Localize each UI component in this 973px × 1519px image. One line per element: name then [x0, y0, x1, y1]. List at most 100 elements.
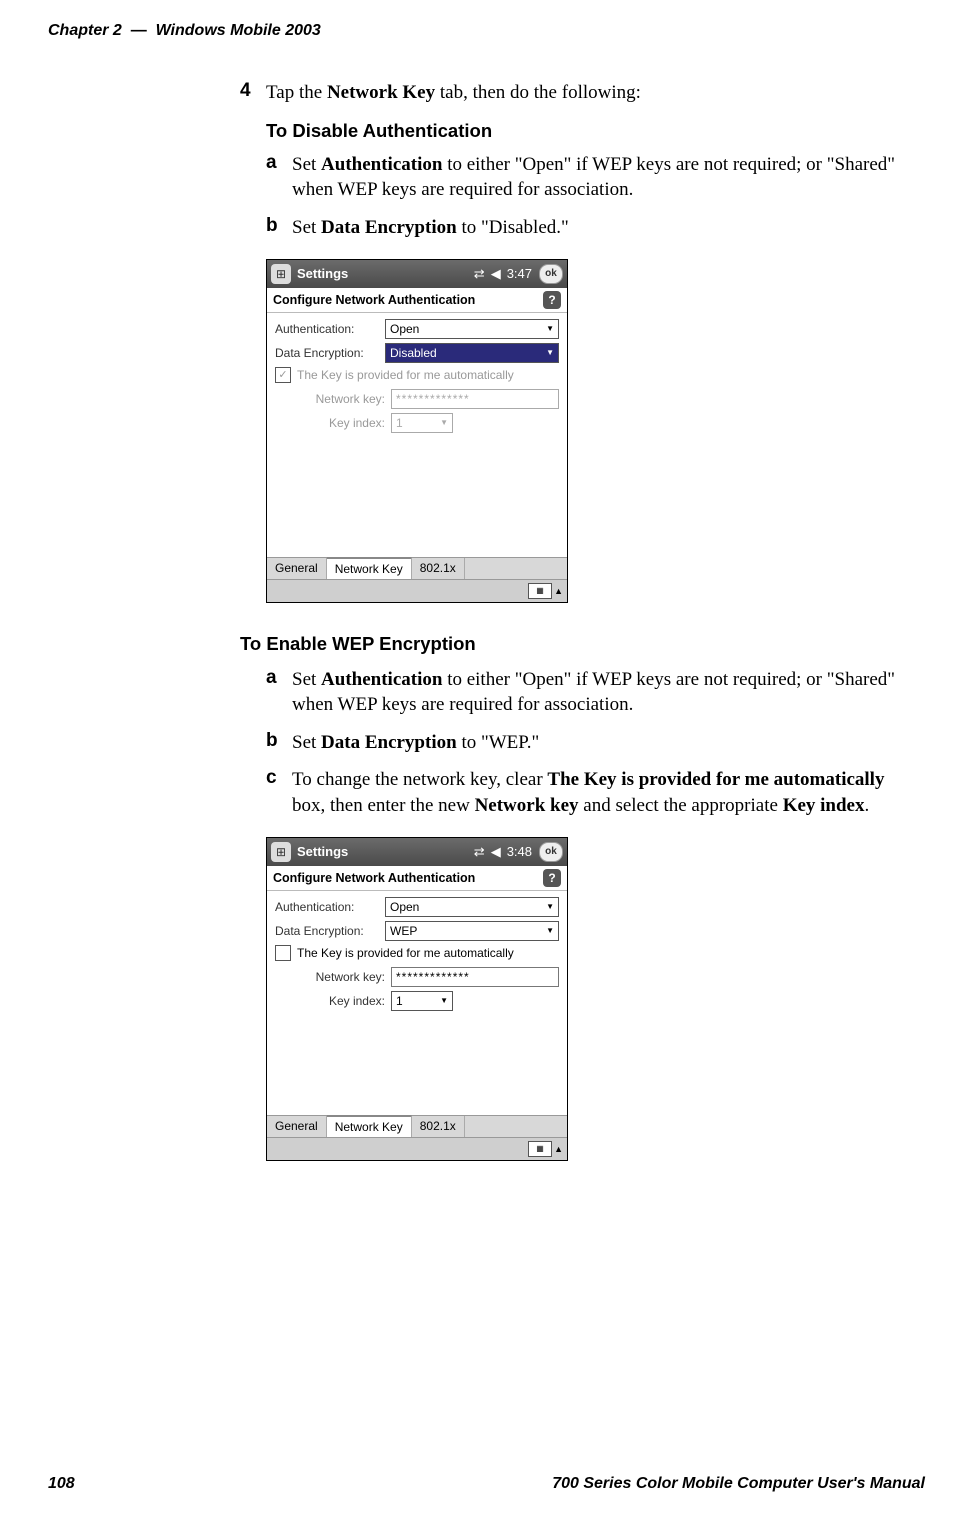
key-index-value: 1 — [396, 416, 403, 430]
up-arrow-icon[interactable]: ▲ — [554, 586, 563, 596]
encryption-value: WEP — [390, 924, 417, 938]
tab-8021x[interactable]: 802.1x — [412, 1116, 465, 1137]
ok-button[interactable]: ok — [539, 842, 563, 862]
keyboard-icon[interactable]: ▦ — [528, 583, 552, 599]
section-header: Configure Network Authentication ? — [267, 288, 567, 313]
up-arrow-icon[interactable]: ▲ — [554, 1144, 563, 1154]
auto-key-label: The Key is provided for me automatically — [297, 946, 514, 960]
auto-key-checkbox[interactable] — [275, 945, 291, 961]
tab-general[interactable]: General — [267, 1116, 327, 1137]
auth-dropdown[interactable]: Open ▼ — [385, 897, 559, 917]
screenshot-wep: ⊞ Settings ⇄ ◀ 3:48 ok Configure Network… — [266, 837, 568, 1161]
help-icon[interactable]: ? — [543, 291, 561, 309]
t: Set — [292, 217, 321, 238]
t-bold: Authentication — [321, 154, 442, 175]
tab-8021x[interactable]: 802.1x — [412, 558, 465, 579]
section-title: Configure Network Authentication — [273, 293, 543, 307]
disable-step-b: b Set Data Encryption to "Disabled." — [266, 215, 913, 241]
tab-bar: General Network Key 802.1x — [267, 557, 567, 579]
auto-key-row: The Key is provided for me automatically — [275, 945, 559, 961]
tab-bar: General Network Key 802.1x — [267, 1115, 567, 1137]
sub-body: To change the network key, clear The Key… — [292, 767, 913, 818]
network-key-input[interactable]: ************* — [391, 389, 559, 409]
clock: 3:47 — [507, 266, 532, 281]
auth-value: Open — [390, 322, 419, 336]
t: Set — [292, 154, 321, 175]
encryption-dropdown[interactable]: WEP▼ — [385, 921, 559, 941]
encryption-dropdown[interactable]: Disabled ▼ — [385, 343, 559, 363]
auto-key-row: The Key is provided for me automatically — [275, 367, 559, 383]
clock: 3:48 — [507, 844, 532, 859]
t: To change the network key, clear — [292, 769, 547, 790]
tab-network-key[interactable]: Network Key — [327, 1115, 412, 1137]
encryption-label: Data Encryption: — [275, 346, 385, 360]
sub-letter: c — [266, 767, 292, 818]
auth-value: Open — [390, 900, 419, 914]
sub-letter: b — [266, 730, 292, 756]
t-bold: Authentication — [321, 669, 442, 690]
t: Tap the — [266, 82, 327, 103]
t-bold: Key index — [783, 795, 865, 816]
network-key-input[interactable]: ************* — [391, 967, 559, 987]
connectivity-icon[interactable]: ⇄ — [474, 844, 485, 860]
t: . — [865, 795, 870, 816]
start-icon[interactable]: ⊞ — [271, 264, 291, 284]
chevron-down-icon: ▼ — [546, 902, 554, 911]
auth-dropdown[interactable]: Open▼ — [385, 319, 559, 339]
t: tab, then do the following: — [435, 82, 641, 103]
auto-key-checkbox[interactable] — [275, 367, 291, 383]
sub-letter: a — [266, 667, 292, 718]
chevron-down-icon: ▼ — [440, 418, 448, 427]
heading-disable-auth: To Disable Authentication — [266, 120, 913, 142]
enable-step-b: b Set Data Encryption to "WEP." — [266, 730, 913, 756]
heading-enable-wep: To Enable WEP Encryption — [240, 633, 913, 655]
manual-title: 700 Series Color Mobile Computer User's … — [552, 1475, 925, 1493]
sub-body: Set Data Encryption to "Disabled." — [292, 215, 569, 241]
blank-area — [267, 437, 567, 557]
tab-general[interactable]: General — [267, 558, 327, 579]
form-area: Authentication: Open▼ Data Encryption: D… — [267, 313, 567, 433]
network-key-label: Network key: — [275, 970, 391, 984]
volume-icon[interactable]: ◀ — [491, 266, 501, 282]
volume-icon[interactable]: ◀ — [491, 844, 501, 860]
t: and select the appropriate — [579, 795, 783, 816]
t-bold: Network key — [475, 795, 579, 816]
chevron-down-icon: ▼ — [440, 996, 448, 1005]
key-index-dropdown[interactable]: 1▼ — [391, 413, 453, 433]
page-number: 108 — [48, 1475, 75, 1493]
t: Set — [292, 732, 321, 753]
keyboard-icon[interactable]: ▦ — [528, 1141, 552, 1157]
t-bold: Data Encryption — [321, 217, 457, 238]
sub-letter: b — [266, 215, 292, 241]
sub-body: Set Authentication to either "Open" if W… — [292, 667, 913, 718]
auth-label: Authentication: — [275, 900, 385, 914]
title-bar: ⊞ Settings ⇄ ◀ 3:48 ok — [267, 838, 567, 866]
ok-button[interactable]: ok — [539, 264, 563, 284]
key-index-label: Key index: — [275, 994, 391, 1008]
chevron-down-icon: ▼ — [546, 348, 554, 357]
step-4: 4 Tap the Network Key tab, then do the f… — [240, 80, 913, 106]
bottom-bar: ▦ ▲ — [267, 1137, 567, 1160]
t: Set — [292, 669, 321, 690]
key-index-value: 1 — [396, 994, 403, 1008]
encryption-value: Disabled — [390, 346, 437, 360]
page-footer: 108 700 Series Color Mobile Computer Use… — [0, 1475, 973, 1493]
header-sep-glyph: — — [131, 22, 147, 39]
chapter-title: Windows Mobile 2003 — [156, 22, 321, 39]
disable-step-a: a Set Authentication to either "Open" if… — [266, 152, 913, 203]
t-bold: Network Key — [327, 82, 435, 103]
enable-step-a: a Set Authentication to either "Open" if… — [266, 667, 913, 718]
tab-network-key[interactable]: Network Key — [327, 557, 412, 579]
form-area: Authentication: Open▼ Data Encryption: W… — [267, 891, 567, 1011]
auth-label: Authentication: — [275, 322, 385, 336]
auto-key-label: The Key is provided for me automatically — [297, 368, 514, 382]
window-title: Settings — [297, 844, 471, 859]
section-header: Configure Network Authentication ? — [267, 866, 567, 891]
t-bold: Data Encryption — [321, 732, 457, 753]
section-title: Configure Network Authentication — [273, 871, 543, 885]
sub-body: Set Data Encryption to "WEP." — [292, 730, 539, 756]
help-icon[interactable]: ? — [543, 869, 561, 887]
connectivity-icon[interactable]: ⇄ — [474, 266, 485, 282]
key-index-dropdown[interactable]: 1▼ — [391, 991, 453, 1011]
start-icon[interactable]: ⊞ — [271, 842, 291, 862]
